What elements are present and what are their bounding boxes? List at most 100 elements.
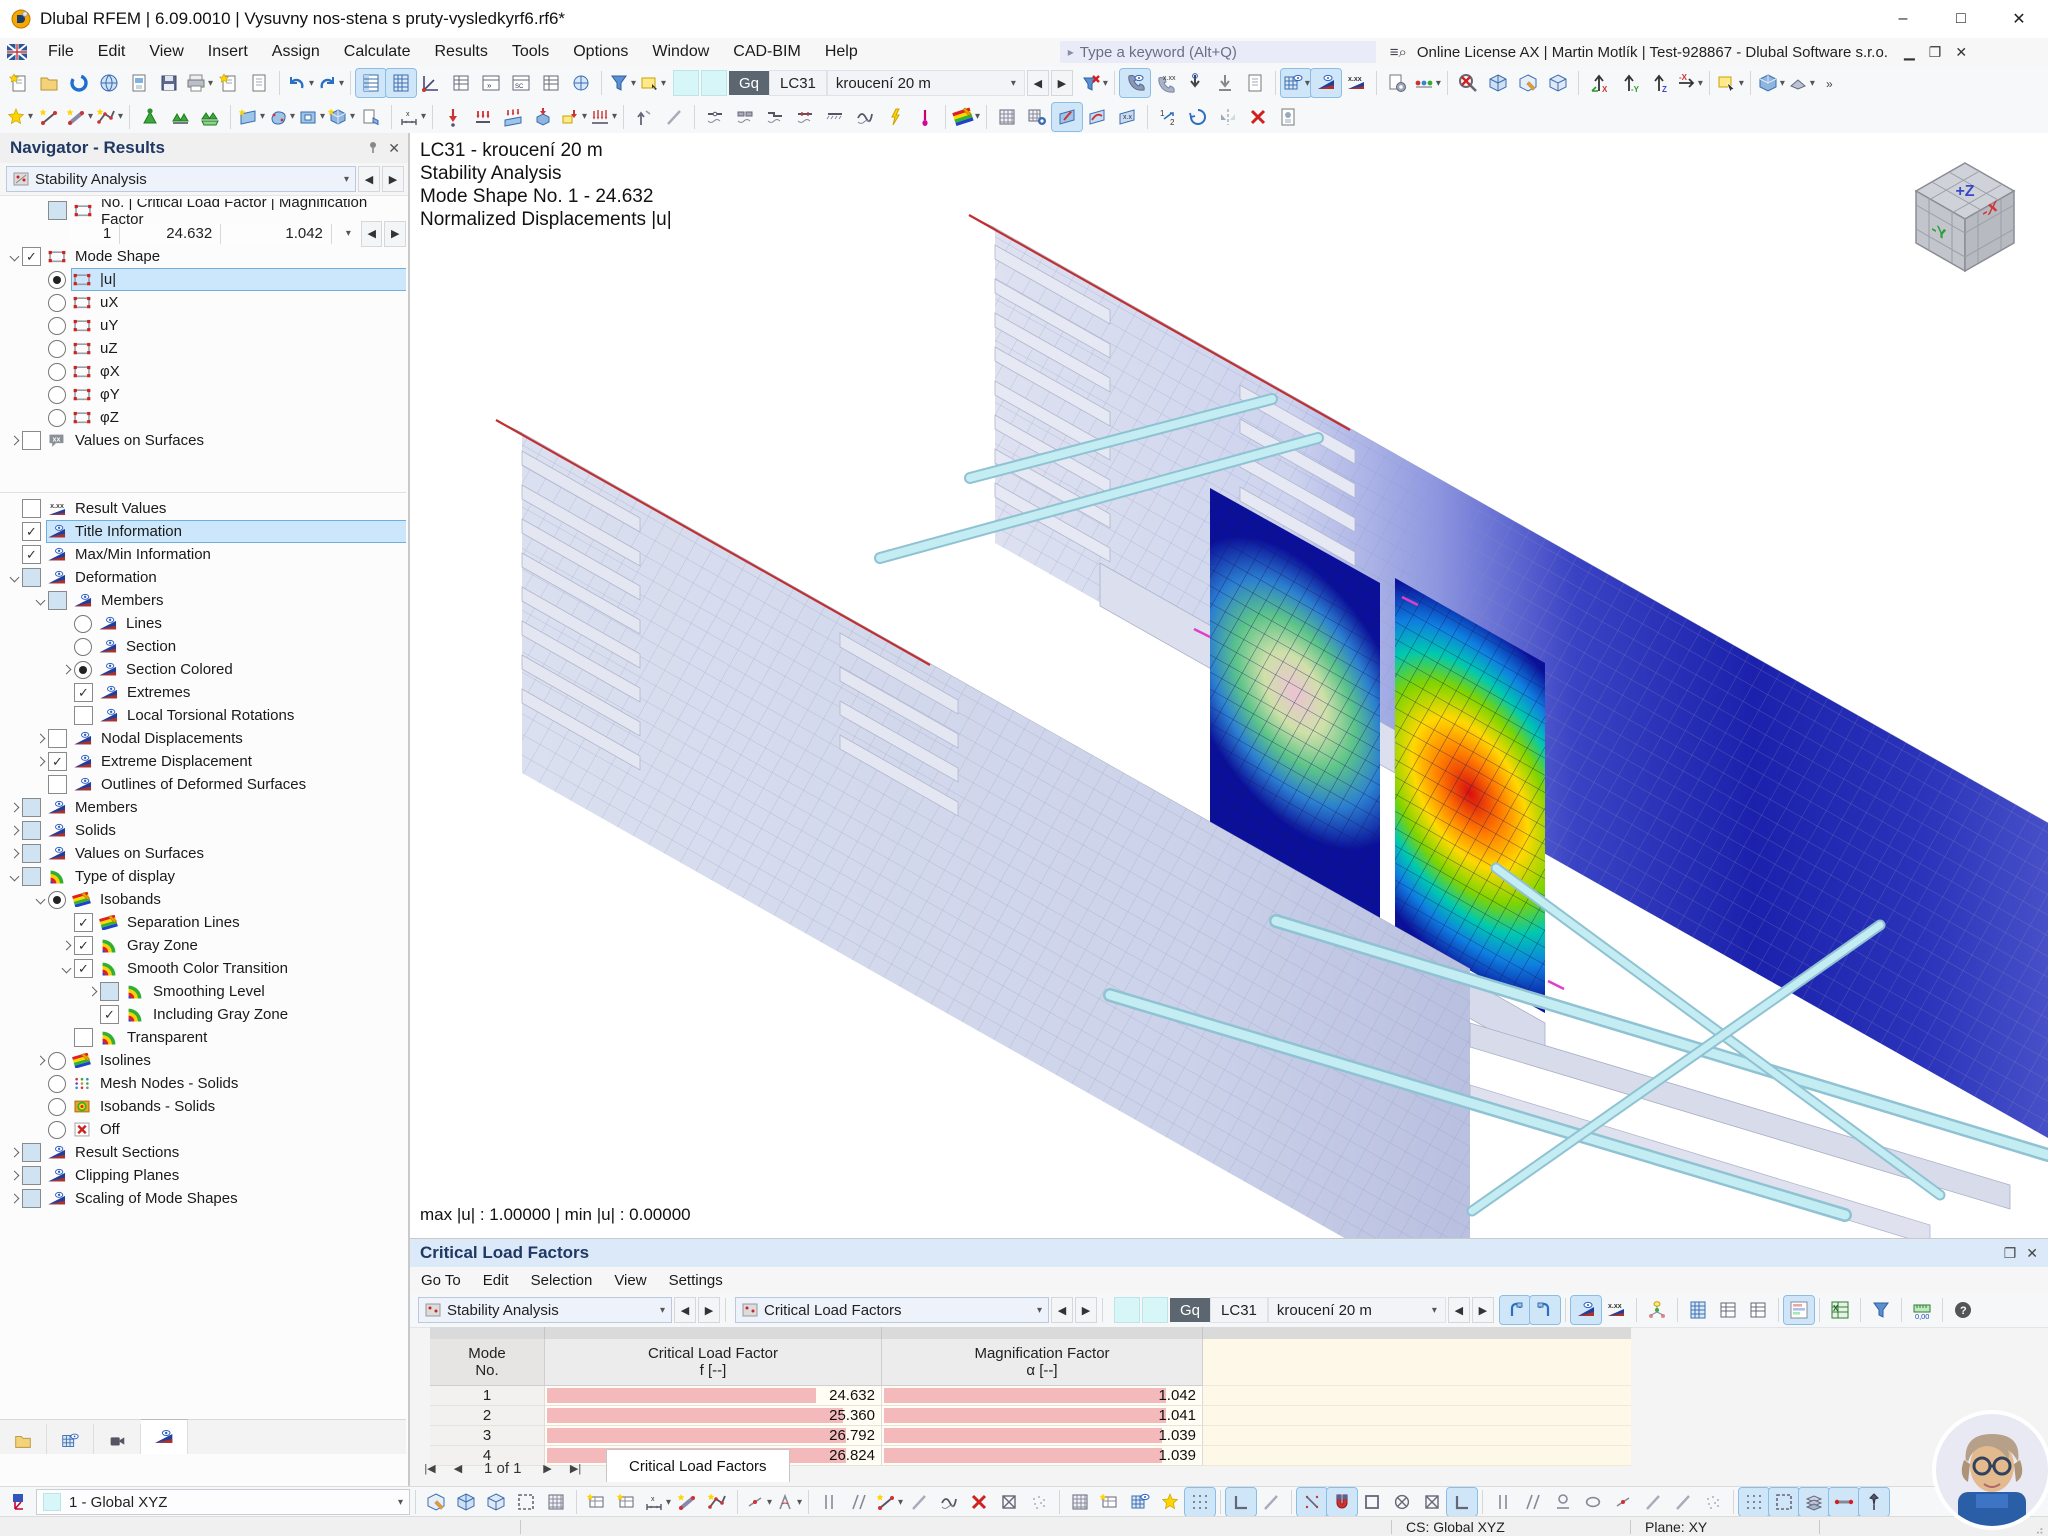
view-minus-y-icon[interactable]: -Y [1614,69,1644,97]
checkbox[interactable] [22,568,41,587]
previous-load-case-button[interactable]: ◀ [1447,1297,1470,1323]
display-layers-icon[interactable] [1798,1487,1830,1517]
member-elastic-foundation-icon[interactable] [820,103,850,131]
radio-button[interactable] [48,1074,66,1093]
snap-intersection-icon[interactable] [994,1488,1024,1516]
tree-item-max-min-information[interactable]: ✓ Max/Min Information [0,543,406,566]
show-result-diagram-icon[interactable] [1569,1295,1602,1325]
tree-item-isobands-solids[interactable]: Isobands - Solids [0,1095,406,1118]
table-view-compact-icon[interactable] [1743,1296,1773,1324]
last-page-button[interactable]: ▶| [564,1457,588,1479]
chevron-right-icon[interactable] [32,756,48,767]
column-header-alpha[interactable]: Magnification Factor α [--] [882,1339,1203,1386]
radio-button[interactable] [48,1120,66,1139]
app-menu-icon[interactable] [6,42,28,62]
coordinate-system-icon[interactable] [6,1488,36,1516]
chevron-right-icon[interactable] [32,733,48,744]
tree-item-isobands[interactable]: Isobands [0,888,406,911]
tree-item-result-sections[interactable]: Result Sections [0,1141,406,1164]
load-case-selector[interactable]: Gq LC31 kroucení 20 m ▾ ◀ ▶ [673,70,1073,96]
export-excel-icon[interactable]: X [1825,1296,1855,1324]
tree-item-extreme-displacement[interactable]: ✓ Extreme Displacement [0,750,406,773]
tree-item-values-on-surfaces[interactable]: xx Values on Surfaces [0,429,406,452]
chevron-right-icon[interactable] [84,986,100,997]
extreme-values-icon[interactable] [1210,69,1240,97]
line-hinge-icon[interactable] [730,103,760,131]
next-page-button[interactable]: ▶ [536,1457,560,1479]
checkbox[interactable] [22,1189,41,1208]
chevron-right-icon[interactable] [58,664,74,675]
load-combination-tag[interactable]: Gq [1170,1298,1211,1322]
resize-grip[interactable]: ⣠ [2035,1520,2044,1534]
tree-item-scaling-of-mode-shapes[interactable]: Scaling of Mode Shapes [0,1187,406,1210]
menu-assign[interactable]: Assign [260,38,332,66]
coordinate-system-dropdown[interactable]: 1 - Global XYZ ▾ [36,1489,410,1515]
visibility-filter-icon[interactable]: ▾ [607,69,637,97]
checkbox[interactable] [100,982,119,1001]
print-icon[interactable]: ▾ [184,69,214,97]
menu-tools[interactable]: Tools [500,38,561,66]
panel-menu-settings[interactable]: Settings [658,1267,734,1293]
guide-parallel-icon[interactable] [814,1488,844,1516]
display-grid-icon[interactable] [1738,1487,1770,1517]
display-members-icon[interactable] [1828,1487,1860,1517]
tree-item-u[interactable]: |u| [0,268,406,291]
tree-item-no-critical-load-factor-magnification-factor[interactable]: No. | Critical Load Factor | Magnificati… [0,199,406,228]
new-member-icon[interactable]: ▾ [64,103,94,131]
thermal-pin-icon[interactable] [910,103,940,131]
model-viewport[interactable]: LC31 - kroucení 20 m Stability Analysis … [410,133,2048,1238]
tree-item-y[interactable]: φY [0,383,406,406]
chevron-down-icon[interactable] [32,894,48,905]
snap-curve-icon[interactable] [934,1488,964,1516]
load-case-id[interactable]: LC31 [1210,1297,1268,1323]
tree-item-isolines[interactable]: Isolines [0,1049,406,1072]
guide-line-icon[interactable] [659,103,689,131]
table-row-mode-2[interactable]: 2 25.360 1.041 [430,1406,1631,1426]
view-x-icon[interactable]: X [1584,69,1614,97]
new-opening-icon[interactable]: ▾ [296,103,326,131]
load-case-dropdown[interactable]: kroucení 20 m ▾ [1267,1297,1446,1323]
load-combination-tag[interactable]: Gq [729,71,770,95]
load-case-id[interactable]: LC31 [769,70,827,96]
member-load-icon[interactable] [468,103,498,131]
object-snap-icon[interactable] [1296,1487,1328,1517]
model-3d[interactable] [410,133,2048,1238]
show-results-icon[interactable] [1118,68,1151,98]
radio-button[interactable] [74,637,92,656]
tree-item-type-of-display[interactable]: Type of display [0,865,406,888]
checkbox[interactable] [48,775,67,794]
tree-item-transparent[interactable]: Transparent [0,1026,406,1049]
checkbox[interactable] [48,729,67,748]
snap-extension-icon[interactable] [1518,1488,1548,1516]
ortho-mode-icon[interactable] [1225,1487,1257,1517]
section-plane-icon[interactable] [1051,101,1083,132]
analysis-type-dropdown[interactable]: Stability Analysis ▾ [6,166,356,192]
move-row-up-icon[interactable] [1498,1295,1531,1325]
snap-tangent-icon[interactable] [1548,1488,1578,1516]
menu-results[interactable]: Results [423,38,500,66]
tree-item-members[interactable]: Members [0,796,406,819]
table-help-icon[interactable]: ? [1948,1296,1978,1324]
tree-item-including-gray-zone[interactable]: ✓ Including Gray Zone [0,1003,406,1026]
extreme-down-icon[interactable] [1180,69,1210,97]
chevron-down-icon[interactable]: ▾ [346,228,351,239]
tree-item-section[interactable]: Section [0,635,406,658]
snap-divide-icon[interactable] [1668,1488,1698,1516]
result-table-icon[interactable] [1240,69,1270,97]
tree-item-nodal-displacements[interactable]: Nodal Displacements [0,727,406,750]
column-header-f[interactable]: Critical Load Factor f [--] [545,1339,882,1386]
menu-file[interactable]: File [36,38,86,66]
radio-button[interactable] [48,339,66,358]
section-values-icon[interactable]: x.x [1112,103,1142,131]
chevron-down-icon[interactable] [32,595,48,606]
axes-toggle-icon[interactable] [416,69,446,97]
panel-close-icon[interactable]: ✕ [2026,1245,2038,1262]
online-service-icon[interactable] [566,69,596,97]
grid-show-icon[interactable] [1125,1488,1155,1516]
section-deformed-icon[interactable] [1082,103,1112,131]
snap-node-icon[interactable] [1417,1488,1447,1516]
table-row-mode-1[interactable]: 1 24.632 1.042 [430,1386,1631,1406]
snap-endpoint-icon[interactable] [1357,1488,1387,1516]
new-printout-icon[interactable] [214,69,244,97]
child-restore-icon[interactable]: ❐ [1929,44,1942,61]
